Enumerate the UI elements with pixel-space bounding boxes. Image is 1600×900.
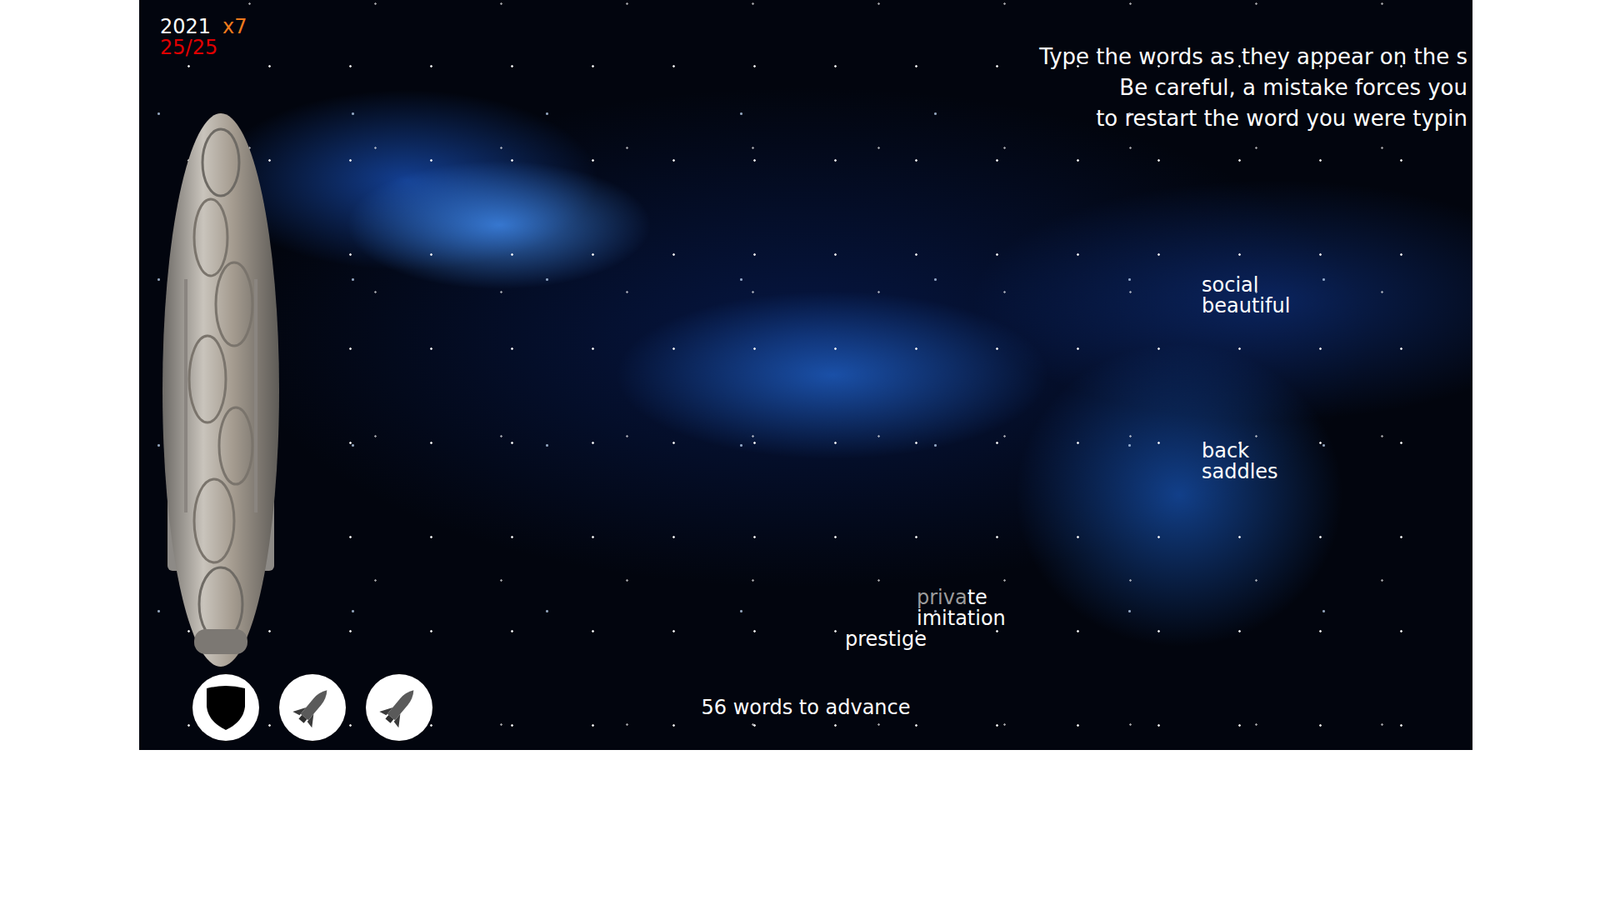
missile-icon bbox=[286, 681, 339, 734]
target-word: back bbox=[1201, 440, 1279, 462]
target-word: prestige bbox=[845, 629, 927, 650]
instruction-line: Type the words as they appear on the s bbox=[1039, 41, 1468, 73]
missile-icon bbox=[373, 681, 425, 734]
word-target: backsaddles bbox=[1201, 440, 1279, 483]
words-remaining: 56 words to advance bbox=[697, 695, 914, 720]
hud-top-line: 2021 x7 bbox=[160, 16, 248, 38]
word-letters: prestige bbox=[845, 627, 927, 651]
instruction-line: to restart the word you were typin bbox=[1039, 103, 1468, 135]
shield-icon bbox=[200, 681, 252, 734]
target-word: private bbox=[916, 587, 1006, 609]
target-word: imitation bbox=[916, 608, 1006, 630]
target-word: beautiful bbox=[1201, 295, 1290, 317]
target-word: saddles bbox=[1201, 461, 1279, 483]
health: 25/25 bbox=[160, 37, 248, 59]
ship bbox=[160, 112, 281, 669]
typed-letters: priva bbox=[916, 585, 968, 610]
instructions: Type the words as they appear on the sBe… bbox=[1039, 41, 1468, 135]
word-letters: social bbox=[1201, 273, 1259, 297]
target-word: social bbox=[1201, 275, 1290, 296]
word-letters: saddles bbox=[1201, 460, 1279, 484]
multiplier: x7 bbox=[222, 15, 247, 39]
hud: 2021 x725/25 bbox=[160, 16, 248, 59]
word-target: prestige bbox=[845, 629, 927, 650]
bottom-bar: 56 words to advance bbox=[139, 674, 1473, 741]
powerups bbox=[139, 674, 698, 741]
word-letters: te bbox=[967, 585, 988, 610]
word-target: socialbeautiful bbox=[1201, 275, 1290, 317]
missile-powerup[interactable] bbox=[279, 674, 346, 741]
instruction-line: Be careful, a mistake forces you bbox=[1039, 72, 1468, 104]
word-letters: imitation bbox=[916, 606, 1006, 630]
spaceship-icon bbox=[160, 112, 281, 669]
word-letters: back bbox=[1201, 439, 1250, 463]
missile-powerup[interactable] bbox=[365, 674, 433, 741]
shield-powerup[interactable] bbox=[192, 674, 260, 741]
word-target: privateimitation bbox=[916, 587, 1006, 630]
score: 2021 bbox=[160, 15, 211, 39]
word-letters: beautiful bbox=[1201, 294, 1290, 318]
game-area: 2021 x725/25 Type the words as they appear… bbox=[139, 0, 1473, 750]
